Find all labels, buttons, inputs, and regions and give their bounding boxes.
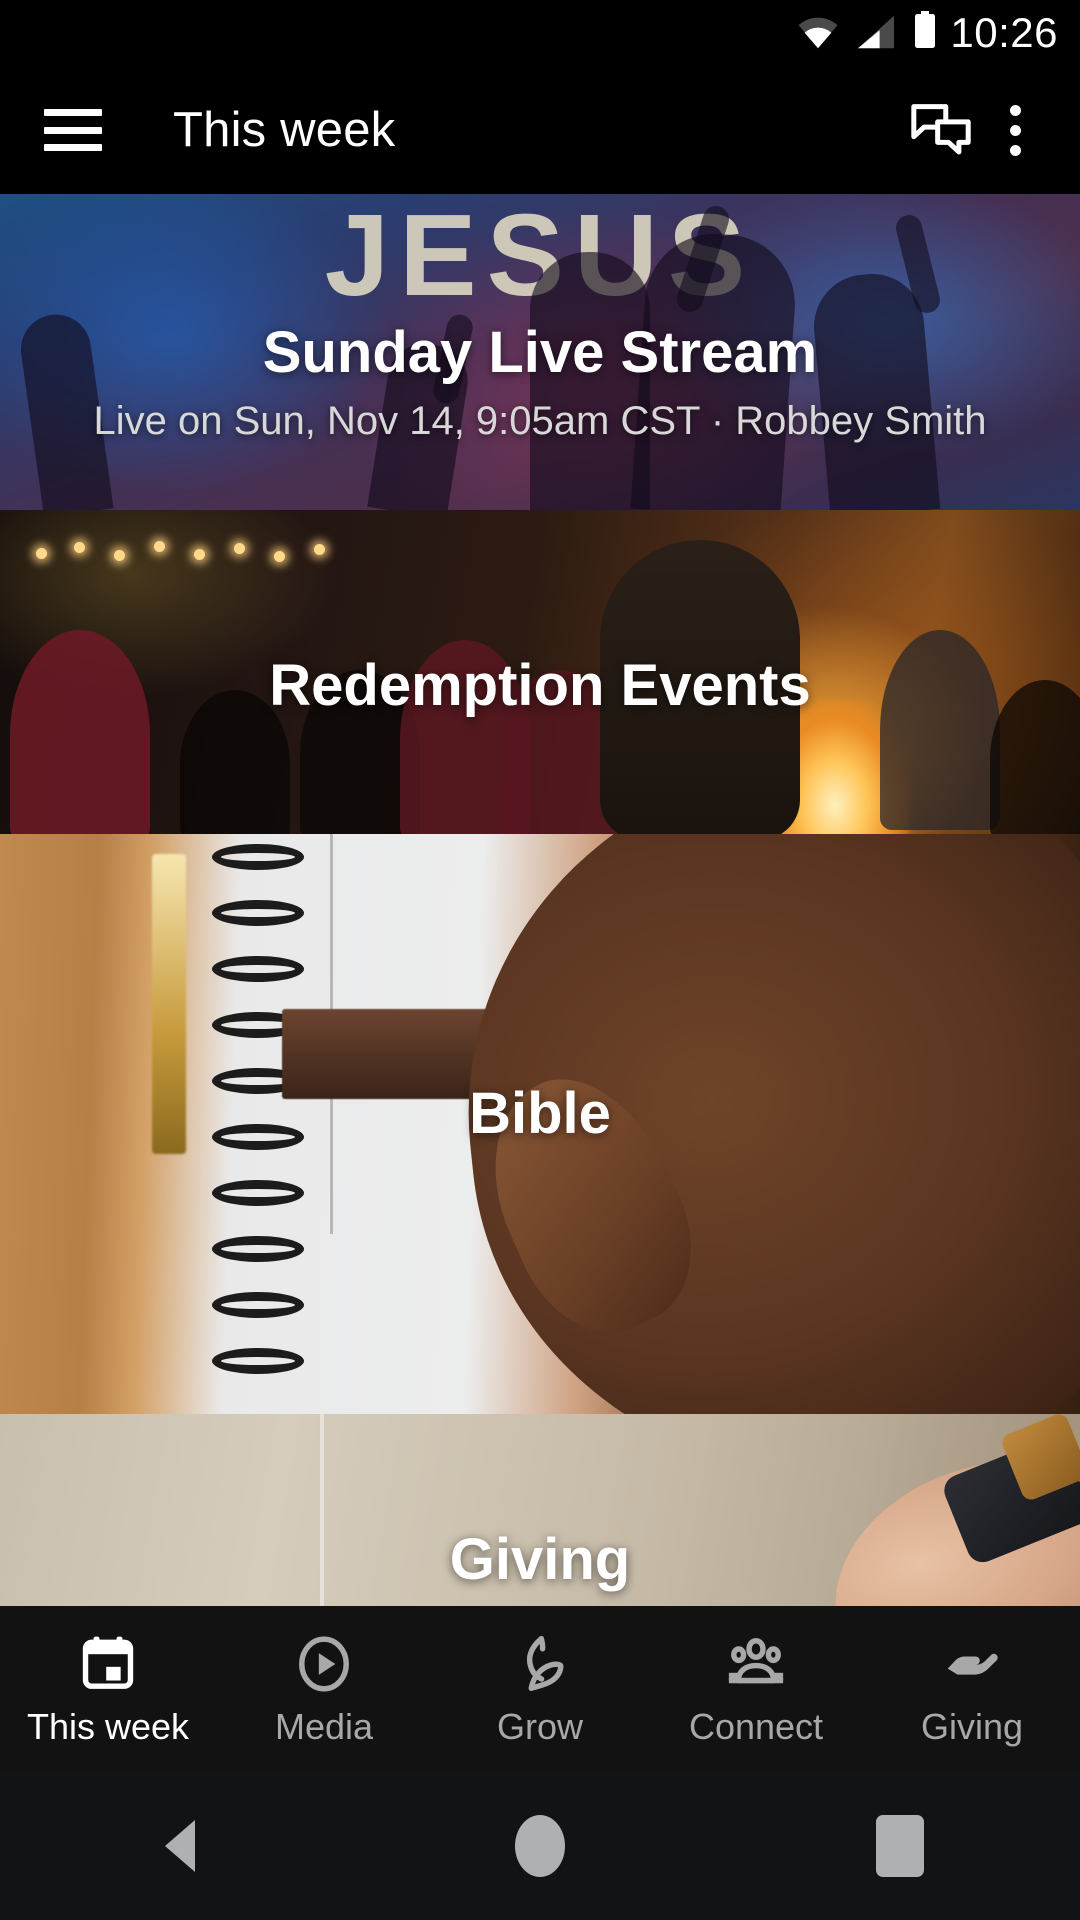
card-title: Redemption Events: [269, 653, 811, 718]
card-title: Giving: [449, 1527, 631, 1592]
chat-bubbles-icon[interactable]: [904, 93, 978, 167]
nav-label: Grow: [496, 1706, 583, 1747]
nav-item-grow[interactable]: Grow: [432, 1606, 648, 1772]
overflow-menu-icon[interactable]: [978, 93, 1052, 167]
home-circle-icon[interactable]: [480, 1786, 600, 1906]
back-triangle-icon[interactable]: [120, 1786, 240, 1906]
bottom-navigation: This week Media Grow Connect Giving: [0, 1606, 1080, 1772]
string-lights: [30, 538, 350, 564]
card-bible[interactable]: Bible: [0, 834, 1080, 1414]
open-hand-icon: [941, 1633, 1003, 1695]
recents-square-icon[interactable]: [840, 1786, 960, 1906]
nav-label: Giving: [920, 1706, 1024, 1747]
play-circle-icon: [293, 1633, 355, 1695]
status-bar-icons: [796, 11, 938, 55]
status-bar: 10:26: [0, 0, 1080, 66]
people-group-icon: [725, 1633, 787, 1695]
card-title: Sunday Live Stream: [262, 320, 818, 385]
nav-label: Connect: [688, 1706, 824, 1747]
calendar-icon: [77, 1633, 139, 1695]
nav-item-connect[interactable]: Connect: [648, 1606, 864, 1772]
cellular-signal-icon: [854, 14, 898, 55]
nav-item-this-week[interactable]: This week: [0, 1606, 216, 1772]
nav-item-giving[interactable]: Giving: [864, 1606, 1080, 1772]
card-giving[interactable]: Giving: [0, 1414, 1080, 1606]
app-bar: This week: [0, 66, 1080, 194]
status-bar-clock: 10:26: [950, 9, 1058, 56]
card-list[interactable]: JESUS Sunday Live Stream Live on Sun, No…: [0, 194, 1080, 1606]
nav-label: This week: [26, 1706, 190, 1747]
hamburger-menu-icon[interactable]: [44, 109, 102, 151]
leaf-icon: [509, 1633, 571, 1695]
android-system-navigation: [0, 1772, 1080, 1920]
nav-label: Media: [274, 1706, 374, 1747]
page-title: This week: [173, 103, 396, 157]
battery-icon: [912, 10, 938, 55]
wifi-icon: [796, 14, 840, 55]
phone-screen: 10:26 This week JESUS Sunday Live Stream…: [0, 0, 1080, 1920]
nav-item-media[interactable]: Media: [216, 1606, 432, 1772]
card-redemption-events[interactable]: Redemption Events: [0, 510, 1080, 834]
card-sunday-live-stream[interactable]: JESUS Sunday Live Stream Live on Sun, No…: [0, 194, 1080, 510]
card-subtitle: Live on Sun, Nov 14, 9:05am CST · Robbey…: [93, 399, 987, 443]
card-title: Bible: [469, 1081, 611, 1146]
